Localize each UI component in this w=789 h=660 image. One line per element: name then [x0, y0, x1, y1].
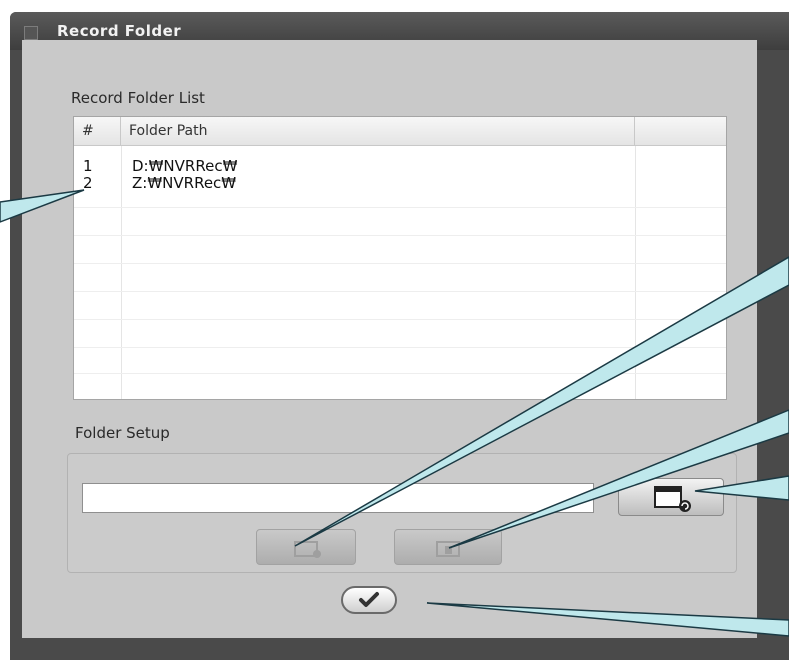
row-gridline — [74, 263, 726, 264]
row-gridline — [74, 235, 726, 236]
record-folder-list[interactable]: # Folder Path 1 D:₩NVRRec₩ 2 Z:₩NVRRec₩ — [73, 116, 727, 400]
column-header-folder-path[interactable]: Folder Path — [121, 117, 635, 145]
folder-setup-label: Folder Setup — [75, 424, 170, 442]
window-icon — [24, 26, 38, 40]
row-gridline — [74, 207, 726, 208]
add-folder-button[interactable] — [256, 529, 356, 565]
checkmark-icon — [359, 592, 379, 607]
ok-button[interactable] — [341, 586, 397, 614]
row-gridline — [74, 347, 726, 348]
row-folder-path: D:₩NVRRec₩ — [132, 157, 238, 175]
row-gridline — [74, 291, 726, 292]
row-number: 1 — [83, 157, 93, 175]
window-title: Record Folder — [57, 22, 182, 40]
add-folder-icon — [294, 541, 321, 558]
record-folder-list-label: Record Folder List — [71, 89, 205, 107]
row-folder-path: Z:₩NVRRec₩ — [132, 174, 237, 192]
table-row[interactable]: 2 Z:₩NVRRec₩ — [74, 174, 726, 192]
column-header-number[interactable]: # — [74, 117, 121, 145]
browse-folder-button[interactable] — [618, 478, 724, 516]
column-header-extra[interactable] — [635, 117, 726, 145]
delete-folder-button[interactable] — [394, 529, 502, 565]
row-number: 2 — [83, 174, 93, 192]
folder-path-input[interactable] — [82, 483, 594, 513]
row-gridline — [74, 373, 726, 374]
table-row[interactable]: 1 D:₩NVRRec₩ — [74, 157, 726, 175]
remove-folder-icon — [436, 541, 460, 557]
row-gridline — [74, 319, 726, 320]
browse-folder-icon — [654, 486, 691, 512]
list-header: # Folder Path — [74, 117, 726, 146]
